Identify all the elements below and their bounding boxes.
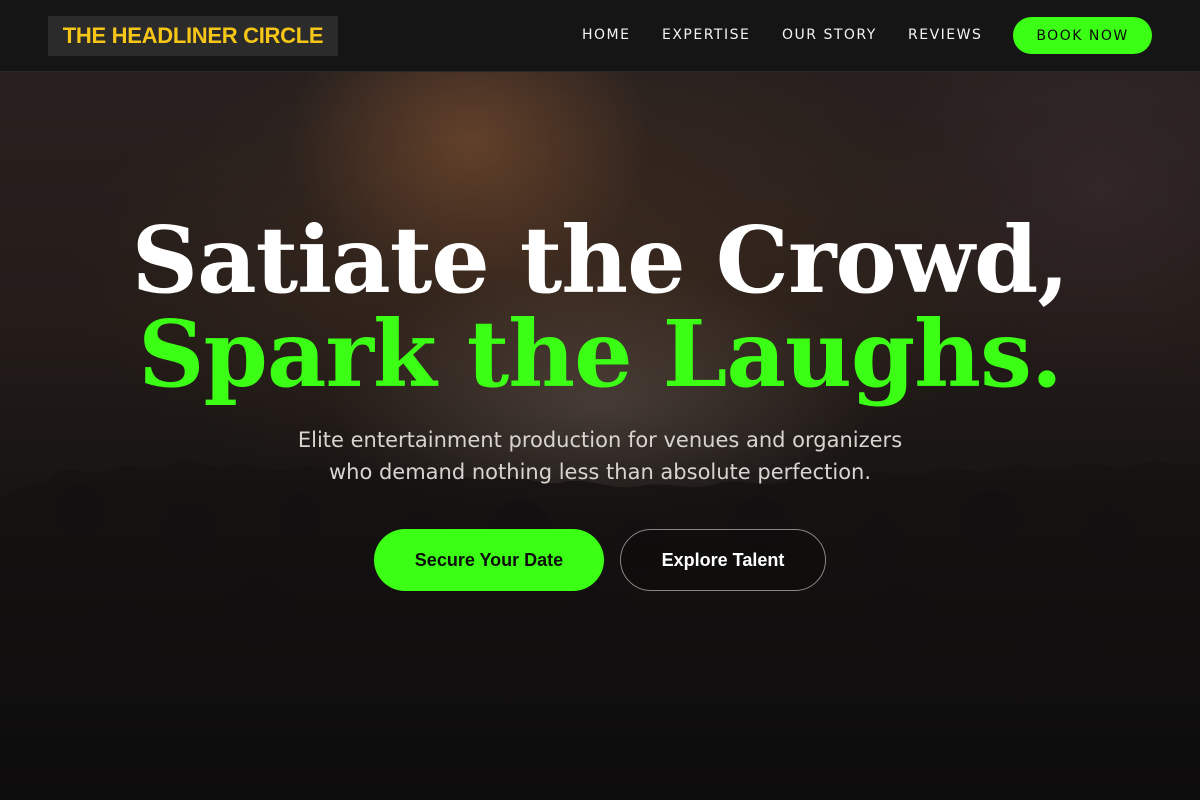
secure-your-date-button[interactable]: Secure Your Date	[374, 529, 604, 591]
hero-subtext-line2: who demand nothing less than absolute pe…	[328, 460, 872, 484]
explore-talent-button[interactable]: Explore Talent	[620, 529, 826, 591]
nav-link-reviews[interactable]: REVIEWS	[908, 27, 982, 43]
hero-subtext-line1: Elite entertainment production for venue…	[297, 428, 903, 452]
logo[interactable]: THE HEADLINER CIRCLE	[48, 16, 338, 56]
nav-link-home[interactable]: HOME	[582, 27, 630, 43]
site-header: THE HEADLINER CIRCLE HOME EXPERTISE OUR …	[0, 0, 1200, 72]
book-now-button[interactable]: BOOK NOW	[1013, 17, 1152, 54]
nav-link-our-story[interactable]: OUR STORY	[782, 27, 877, 43]
hero-headline-line1: Satiate the Crowd,	[131, 206, 1070, 314]
hero-headline-line2: Spark the Laughs.	[138, 300, 1063, 408]
logo-text: THE HEADLINER CIRCLE	[62, 23, 324, 48]
nav-link-expertise[interactable]: EXPERTISE	[662, 27, 750, 43]
